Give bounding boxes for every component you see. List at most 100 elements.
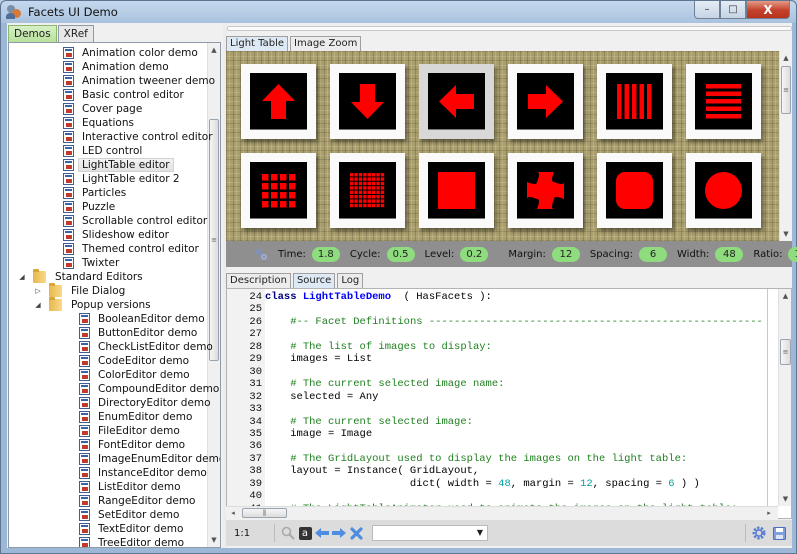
code-line[interactable]: 24 class LightTableDemo ( HasFacets ):: [227, 291, 787, 304]
tree-item[interactable]: TextEditor demo: [79, 522, 187, 536]
tab-description[interactable]: Description: [226, 273, 291, 288]
maximize-button[interactable]: □: [720, 1, 746, 19]
tree-item[interactable]: Particles: [63, 186, 130, 200]
tree-item[interactable]: Scrollable control editor: [63, 214, 211, 228]
tree-item[interactable]: ImageEnumEditor demo: [79, 452, 220, 466]
light-table-scrollbar[interactable]: ▲ ≡ ▼: [779, 51, 792, 241]
expand-arrow-icon[interactable]: ▷: [33, 287, 43, 295]
code-line[interactable]: 38 layout = Instance( GridLayout,: [227, 465, 787, 478]
tree-item[interactable]: FileEditor demo: [79, 424, 184, 438]
find-next-icon[interactable]: [332, 526, 346, 540]
status-value[interactable]: 48: [715, 246, 744, 262]
tree-item[interactable]: ButtonEditor demo: [79, 326, 201, 340]
tree-item[interactable]: Equations: [63, 116, 138, 130]
demo-tree[interactable]: ▲ ≡ ▼ Animation color demo Animation demo…: [8, 42, 221, 548]
code-line[interactable]: 27: [227, 328, 787, 341]
tree-item[interactable]: Themed control editor: [63, 242, 203, 256]
light-table-image[interactable]: [686, 64, 761, 139]
tab-source[interactable]: Source: [292, 273, 336, 288]
tree-item[interactable]: Cover page: [63, 102, 146, 116]
search-combo[interactable]: ▼: [372, 525, 488, 541]
light-table-image[interactable]: [686, 153, 761, 228]
code-line[interactable]: 31 # The current selected image name:: [227, 378, 787, 391]
tab-xref[interactable]: XRef: [57, 25, 94, 42]
code-line[interactable]: 25: [227, 303, 787, 316]
tree-item[interactable]: Slideshow editor: [63, 228, 173, 242]
light-table[interactable]: ▲ ≡ ▼: [226, 51, 792, 241]
tree-item[interactable]: LightTable editor: [63, 158, 174, 172]
tree-item[interactable]: FontEditor demo: [79, 438, 189, 452]
collapse-arrow-icon[interactable]: ◢: [17, 273, 27, 281]
code-line[interactable]: 26 #-- Facet Definitions ---------------…: [227, 316, 787, 329]
collapse-arrow-icon[interactable]: ◢: [33, 301, 43, 309]
tree-item[interactable]: Interactive control editor: [63, 130, 217, 144]
gear-icon[interactable]: [752, 526, 766, 540]
code-line[interactable]: 36: [227, 440, 787, 453]
scroll-right-arrow[interactable]: ▸: [764, 506, 774, 520]
tree-item[interactable]: LED control: [63, 144, 146, 158]
settings-gears-icon[interactable]: [254, 247, 268, 261]
clear-search-icon[interactable]: [349, 526, 363, 540]
light-table-image[interactable]: [508, 64, 583, 139]
light-table-image[interactable]: [330, 64, 405, 139]
tree-item[interactable]: CodeEditor demo: [79, 354, 193, 368]
scroll-thumb[interactable]: ⫼: [242, 508, 287, 518]
tree-folder[interactable]: ▷ File Dialog: [33, 283, 129, 298]
tree-item[interactable]: DirectoryEditor demo: [79, 396, 215, 410]
close-button[interactable]: X: [746, 1, 790, 19]
tree-item[interactable]: ListEditor demo: [79, 480, 185, 494]
tree-item[interactable]: RangeEditor demo: [79, 494, 199, 508]
tree-item[interactable]: ColorEditor demo: [79, 368, 194, 382]
status-value[interactable]: 1.8: [311, 246, 340, 262]
status-value[interactable]: 0.2: [460, 246, 489, 262]
tree-item[interactable]: CheckListEditor demo: [79, 340, 217, 354]
tree-item[interactable]: EnumEditor demo: [79, 410, 196, 424]
scroll-down-arrow[interactable]: ▼: [208, 533, 220, 547]
tab-demos[interactable]: Demos: [8, 25, 57, 42]
code-line[interactable]: 32 selected = Any: [227, 391, 787, 404]
tree-folder[interactable]: ◢ Standard Editors: [17, 269, 147, 284]
status-value[interactable]: 0.5: [386, 246, 415, 262]
tree-item[interactable]: Basic control editor: [63, 88, 188, 102]
code-line[interactable]: 29 images = List: [227, 353, 787, 366]
code-line[interactable]: 28 # The list of images to display:: [227, 341, 787, 354]
tree-item[interactable]: LightTable editor 2: [63, 172, 184, 186]
find-previous-icon[interactable]: [315, 526, 329, 540]
tab-image-zoom[interactable]: Image Zoom: [290, 36, 362, 51]
scroll-up-arrow[interactable]: ▲: [780, 51, 792, 65]
minimize-button[interactable]: –: [694, 1, 720, 19]
tree-item[interactable]: CompoundEditor demo: [79, 382, 220, 396]
light-table-image[interactable]: [597, 64, 672, 139]
tree-item[interactable]: Animation tweener demo: [63, 74, 219, 88]
save-icon[interactable]: [772, 526, 786, 540]
scroll-thumb[interactable]: ≡: [209, 119, 219, 361]
status-value[interactable]: 12: [551, 246, 580, 262]
tree-item[interactable]: Animation demo: [63, 60, 173, 74]
tree-item[interactable]: Animation color demo: [63, 46, 202, 60]
tab-log[interactable]: Log: [337, 273, 364, 288]
light-table-image[interactable]: [241, 64, 316, 139]
code-line[interactable]: 34 # The current selected image:: [227, 416, 787, 429]
code-line[interactable]: 40: [227, 490, 787, 503]
tree-folder[interactable]: ◢ Popup versions: [33, 297, 155, 312]
editor-hscrollbar[interactable]: ◂ ⫼ ▸: [226, 506, 778, 519]
code-line[interactable]: 39 dict( width = 48, margin = 12, spacin…: [227, 478, 787, 491]
tree-item[interactable]: TreeEditor demo: [79, 536, 188, 547]
tree-item[interactable]: BooleanEditor demo: [79, 312, 209, 326]
light-table-image[interactable]: [419, 64, 494, 139]
tree-item[interactable]: Puzzle: [63, 200, 119, 214]
scroll-left-arrow[interactable]: ◂: [228, 506, 238, 520]
title-bar[interactable]: Facets UI Demo – □ X: [1, 1, 796, 23]
chevron-down-icon[interactable]: ▼: [477, 528, 483, 537]
search-icon[interactable]: [281, 526, 295, 540]
code-line[interactable]: 35 image = Image: [227, 428, 787, 441]
status-value[interactable]: 6: [639, 246, 667, 262]
tab-light-table[interactable]: Light Table: [226, 36, 288, 51]
scroll-down-arrow[interactable]: ▼: [780, 227, 792, 241]
tree-item[interactable]: Twixter: [63, 256, 123, 270]
light-table-image[interactable]: [419, 153, 494, 228]
code-line[interactable]: 37 # The GridLayout used to display the …: [227, 453, 787, 466]
code-line[interactable]: 30: [227, 366, 787, 379]
light-table-image[interactable]: [241, 153, 316, 228]
tree-item[interactable]: SetEditor demo: [79, 508, 183, 522]
